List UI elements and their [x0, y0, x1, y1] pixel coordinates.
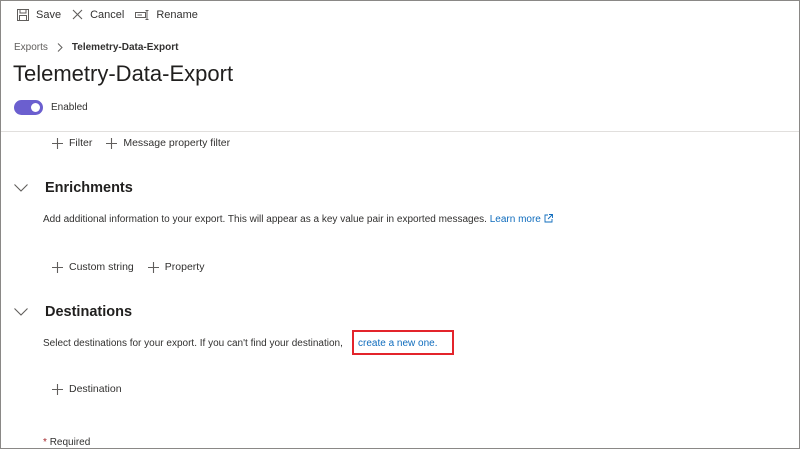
- page-title: Telemetry-Data-Export: [13, 61, 234, 86]
- enabled-toggle[interactable]: [14, 100, 43, 115]
- breadcrumb: Exports Telemetry-Data-Export: [14, 42, 178, 53]
- header-divider: [1, 131, 799, 132]
- close-icon: [72, 9, 83, 20]
- enrichments-description: Add additional information to your expor…: [43, 214, 553, 225]
- add-destination-button[interactable]: Destination: [52, 383, 122, 395]
- property-label: Property: [164, 261, 205, 273]
- chevron-right-icon: [57, 43, 63, 52]
- cancel-label: Cancel: [90, 8, 125, 21]
- learn-more-link[interactable]: Learn more: [490, 214, 553, 225]
- export-editor-window: Save Cancel Rename Exports Telemetry-Dat…: [0, 0, 800, 449]
- learn-more-label: Learn more: [489, 214, 541, 225]
- chevron-down-icon[interactable]: [14, 183, 30, 193]
- breadcrumb-exports-link[interactable]: Exports: [14, 42, 48, 53]
- required-note: * Required: [43, 437, 90, 448]
- breadcrumb-current: Telemetry-Data-Export: [71, 42, 179, 53]
- rename-label: Rename: [156, 8, 198, 21]
- toggle-knob: [31, 103, 40, 112]
- plus-icon: [52, 383, 63, 395]
- enrichments-description-text: Add additional information to your expor…: [43, 214, 487, 225]
- save-label: Save: [36, 8, 62, 21]
- destinations-section-header: Destinations: [14, 304, 132, 320]
- add-custom-string-button[interactable]: Custom string: [52, 261, 134, 273]
- required-star: *: [43, 437, 47, 448]
- plus-icon: [147, 261, 159, 273]
- create-new-destination-link[interactable]: create a new one.: [358, 338, 438, 349]
- rename-icon: [135, 9, 149, 20]
- command-bar: Save Cancel Rename: [1, 1, 799, 28]
- destination-actions: Destination: [52, 383, 136, 395]
- enabled-toggle-row: Enabled: [14, 100, 88, 115]
- add-property-button[interactable]: Property: [147, 261, 205, 273]
- add-filter-button[interactable]: Filter: [52, 137, 92, 149]
- required-label: Required: [49, 437, 91, 448]
- destinations-description: Select destinations for your export. If …: [43, 338, 343, 349]
- filter-actions: Filter Message property filter: [52, 137, 244, 149]
- destinations-title: Destinations: [45, 304, 133, 320]
- enrichments-title: Enrichments: [45, 180, 133, 196]
- message-property-filter-label: Message property filter: [123, 137, 231, 149]
- plus-icon: [52, 137, 63, 149]
- destination-label: Destination: [69, 383, 122, 395]
- rename-button[interactable]: Rename: [135, 4, 198, 26]
- enrichment-actions: Custom string Property: [52, 261, 218, 273]
- chevron-down-icon[interactable]: [14, 307, 30, 317]
- filter-label: Filter: [69, 137, 93, 149]
- cancel-button[interactable]: Cancel: [72, 4, 124, 26]
- custom-string-label: Custom string: [69, 261, 134, 273]
- plus-icon: [106, 137, 118, 149]
- save-icon: [17, 8, 29, 21]
- enabled-label: Enabled: [51, 102, 88, 113]
- add-message-property-filter-button[interactable]: Message property filter: [106, 137, 230, 149]
- save-button[interactable]: Save: [17, 4, 61, 26]
- external-link-icon: [544, 214, 553, 223]
- plus-icon: [52, 261, 63, 273]
- enrichments-section-header: Enrichments: [14, 180, 133, 196]
